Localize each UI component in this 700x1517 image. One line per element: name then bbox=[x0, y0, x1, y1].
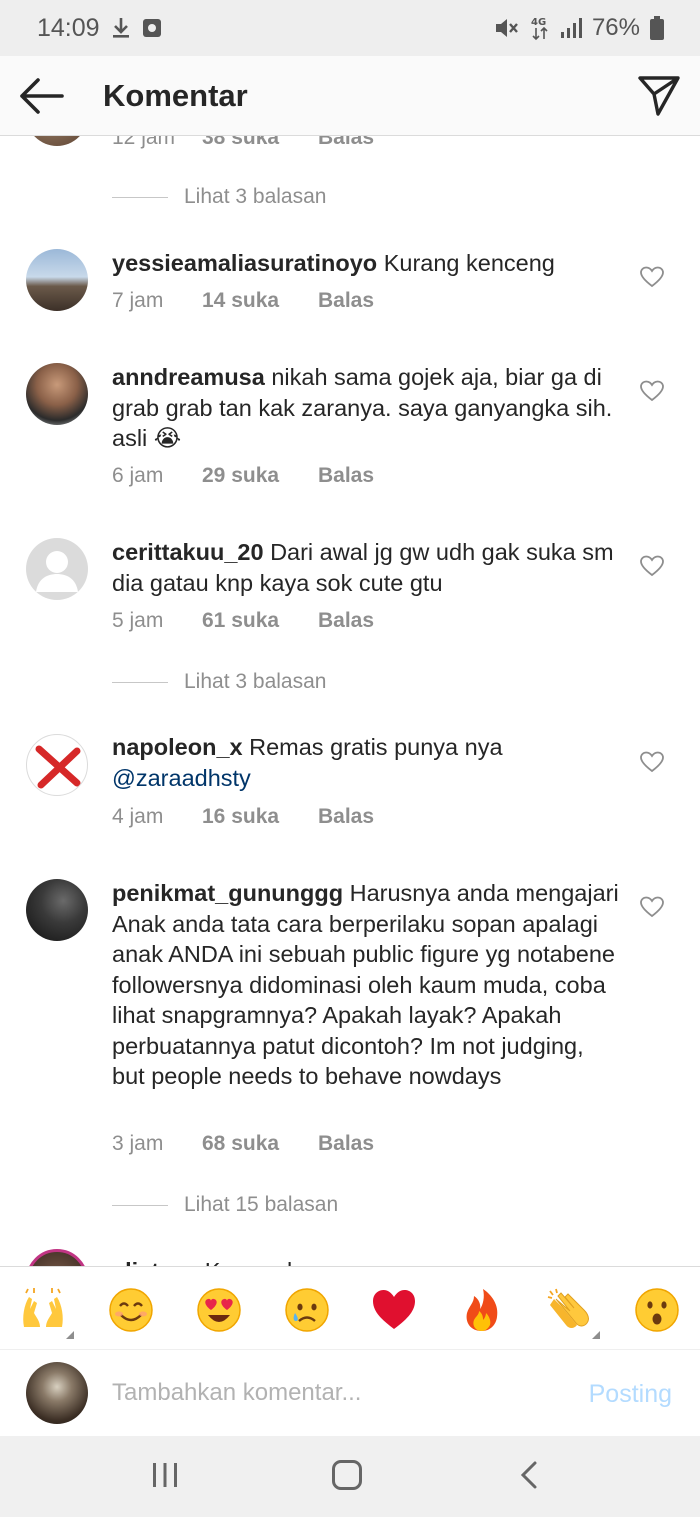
avatar[interactable] bbox=[26, 363, 88, 425]
comment-text: penikmat_gununggg Harusnya anda mengajar… bbox=[112, 878, 622, 1092]
default-avatar-icon[interactable] bbox=[26, 538, 88, 600]
comment-content: Kurang keras remasnya bbox=[205, 1258, 454, 1266]
reply-button[interactable]: Balas bbox=[318, 805, 374, 829]
comment-meta: 6 jam 29 suka Balas bbox=[112, 464, 374, 488]
heart-icon[interactable] bbox=[640, 380, 664, 402]
view-replies-button[interactable]: Lihat 3 balasan bbox=[112, 182, 326, 212]
svg-text:4G: 4G bbox=[531, 17, 546, 28]
avatar[interactable] bbox=[26, 879, 88, 941]
current-user-avatar bbox=[26, 1362, 88, 1424]
reply-button[interactable]: Balas bbox=[318, 289, 374, 313]
view-replies-button[interactable]: Lihat 15 balasan bbox=[112, 1190, 338, 1220]
smiling-face-emoji[interactable]: 😊 bbox=[108, 1287, 154, 1333]
like-count[interactable]: 61 suka bbox=[202, 609, 318, 633]
divider bbox=[112, 196, 168, 198]
system-nav-bar bbox=[0, 1436, 700, 1517]
heart-icon[interactable] bbox=[640, 896, 664, 918]
recent-apps-icon[interactable] bbox=[151, 1462, 179, 1488]
raising-hands-emoji[interactable]: 🙌 bbox=[20, 1287, 66, 1333]
view-replies-label: Lihat 15 balasan bbox=[184, 1193, 339, 1216]
red-heart-emoji[interactable]: ❤️ bbox=[371, 1287, 417, 1333]
comment-meta: 5 jam 61 suka Balas bbox=[112, 609, 374, 633]
divider bbox=[112, 681, 168, 683]
status-time: 14:09 bbox=[37, 14, 100, 42]
divider bbox=[112, 1204, 168, 1206]
comment-composer: Posting bbox=[0, 1350, 700, 1436]
reply-button[interactable]: Balas bbox=[318, 1132, 374, 1156]
reply-button[interactable]: Balas bbox=[318, 464, 374, 488]
comment-time: 3 jam bbox=[112, 1132, 164, 1155]
comment-text: napoleon_x Remas gratis punya nya @zaraa… bbox=[112, 732, 622, 793]
quick-emoji-bar: 🙌 😊 😍 😢 ❤️ 🔥 bbox=[0, 1266, 700, 1350]
nav-back-icon[interactable] bbox=[518, 1460, 540, 1490]
reply-button[interactable]: Balas bbox=[318, 609, 374, 633]
comment-text: elistzen Kurang keras remasnya bbox=[112, 1256, 622, 1266]
comment-username[interactable]: napoleon_x bbox=[112, 734, 243, 760]
like-count[interactable]: 38 suka bbox=[202, 136, 318, 150]
comment-time: 12 jam bbox=[112, 136, 176, 149]
crying-face-emoji[interactable]: 😢 bbox=[284, 1287, 330, 1333]
heart-icon[interactable] bbox=[640, 555, 664, 577]
comment-username[interactable]: penikmat_gununggg bbox=[112, 880, 343, 906]
mention-link[interactable]: @zaraadhsty bbox=[112, 765, 251, 791]
heart-icon[interactable] bbox=[640, 266, 664, 288]
like-count[interactable]: 68 suka bbox=[202, 1132, 318, 1156]
comment-username[interactable]: anndreamusa bbox=[112, 364, 265, 390]
reply-button[interactable]: Balas bbox=[318, 136, 374, 150]
comment-text: yessieamaliasuratinoyo Kurang kenceng bbox=[112, 248, 622, 279]
comment-meta: 12 jam 38 suka Balas bbox=[112, 136, 374, 150]
avatar[interactable] bbox=[26, 136, 88, 146]
emoji-variant-indicator bbox=[592, 1331, 600, 1339]
comment-time: 7 jam bbox=[112, 289, 164, 312]
avatar[interactable] bbox=[26, 249, 88, 311]
emoji-variant-indicator bbox=[66, 1331, 74, 1339]
download-icon bbox=[113, 18, 129, 38]
heart-eyes-emoji[interactable]: 😍 bbox=[196, 1287, 242, 1333]
status-bar: 14:09 4G 76% bbox=[0, 0, 700, 56]
comment-time: 4 jam bbox=[112, 805, 164, 828]
comment-text: cerittakuu_20 Dari awal jg gw udh gak su… bbox=[112, 537, 622, 598]
comment-username[interactable]: yessieamaliasuratinoyo bbox=[112, 250, 377, 276]
comment-time: 5 jam bbox=[112, 609, 164, 632]
view-replies-button[interactable]: Lihat 3 balasan bbox=[112, 667, 326, 697]
comment-time: 6 jam bbox=[112, 464, 164, 487]
mute-icon bbox=[495, 19, 518, 37]
comment-meta: 4 jam 16 suka Balas bbox=[112, 805, 374, 829]
like-count[interactable]: 14 suka bbox=[202, 289, 318, 313]
comment-username[interactable]: elistzen bbox=[112, 1258, 198, 1266]
avatar[interactable] bbox=[26, 734, 88, 796]
avatar[interactable] bbox=[26, 1249, 88, 1266]
like-count[interactable]: 16 suka bbox=[202, 805, 318, 829]
surprised-face-emoji[interactable]: 😮 bbox=[634, 1287, 680, 1333]
clapping-hands-emoji[interactable]: 👏 bbox=[546, 1287, 592, 1333]
back-arrow-icon[interactable] bbox=[18, 76, 64, 116]
fire-emoji[interactable]: 🔥 bbox=[459, 1287, 505, 1333]
comment-input[interactable] bbox=[112, 1370, 552, 1416]
comments-list[interactable]: 12 jam 38 suka Balas Lihat 3 balasan yes… bbox=[0, 136, 700, 1266]
post-button[interactable]: Posting bbox=[589, 1380, 672, 1409]
view-replies-label: Lihat 3 balasan bbox=[184, 185, 327, 208]
comment-meta: 7 jam 14 suka Balas bbox=[112, 289, 374, 313]
heart-icon[interactable] bbox=[640, 751, 664, 773]
comment-content: Remas gratis punya nya bbox=[249, 734, 503, 760]
comment-text: anndreamusa nikah sama gojek aja, biar g… bbox=[112, 362, 622, 454]
battery-percent: 76% bbox=[591, 14, 640, 41]
comment-meta: 3 jam 68 suka Balas bbox=[112, 1132, 374, 1156]
like-count[interactable]: 29 suka bbox=[202, 464, 318, 488]
app-header: Komentar bbox=[0, 56, 700, 136]
network-4g-icon: 4G bbox=[531, 17, 548, 41]
direct-send-icon[interactable] bbox=[638, 74, 680, 116]
home-icon[interactable] bbox=[332, 1460, 362, 1490]
view-replies-label: Lihat 3 balasan bbox=[184, 670, 327, 693]
signal-icon bbox=[560, 18, 582, 38]
page-title: Komentar bbox=[103, 78, 248, 113]
comment-content: Kurang kenceng bbox=[383, 250, 555, 276]
comment-content: Harusnya anda mengajari Anak anda tata c… bbox=[112, 880, 619, 1089]
battery-icon bbox=[650, 16, 664, 40]
screenshot-icon bbox=[143, 19, 161, 37]
comment-username[interactable]: cerittakuu_20 bbox=[112, 539, 264, 565]
